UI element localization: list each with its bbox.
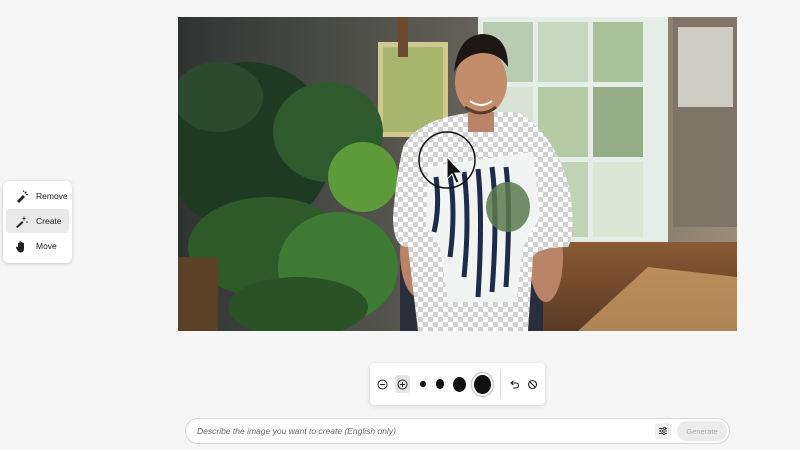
brush-toolbar	[370, 363, 545, 405]
prompt-input[interactable]	[186, 420, 655, 442]
plus-circle-icon	[397, 379, 408, 389]
tool-remove[interactable]: Remove	[6, 184, 69, 208]
hand-icon	[14, 239, 28, 253]
add-mode-button[interactable]	[394, 375, 411, 393]
sliders-icon	[659, 426, 667, 436]
brush-size-xlarge[interactable]	[474, 374, 491, 394]
undo-button[interactable]	[507, 375, 523, 393]
create-brush-icon	[14, 214, 28, 228]
remove-brush-icon	[14, 189, 28, 203]
tool-move[interactable]: Move	[6, 234, 69, 258]
generate-button[interactable]: Generate	[677, 421, 727, 441]
brush-size-large[interactable]	[453, 376, 467, 392]
tool-create-label: Create	[36, 216, 62, 226]
tool-remove-label: Remove	[36, 191, 68, 201]
canvas-photo	[178, 17, 737, 331]
clear-button[interactable]	[524, 375, 540, 393]
settings-button[interactable]	[655, 423, 671, 439]
tool-menu: Remove Create Move	[3, 181, 72, 263]
subtract-mode-button[interactable]	[375, 375, 391, 393]
tool-create[interactable]: Create	[6, 209, 69, 233]
undo-icon	[510, 380, 520, 389]
minus-circle-icon	[377, 379, 388, 389]
prompt-bar: Generate	[185, 418, 730, 444]
brush-size-medium[interactable]	[435, 379, 445, 389]
tool-move-label: Move	[36, 241, 57, 251]
clear-icon	[527, 379, 537, 389]
image-canvas[interactable]	[178, 17, 737, 331]
toolbar-divider	[499, 369, 501, 399]
brush-size-small[interactable]	[420, 381, 426, 387]
